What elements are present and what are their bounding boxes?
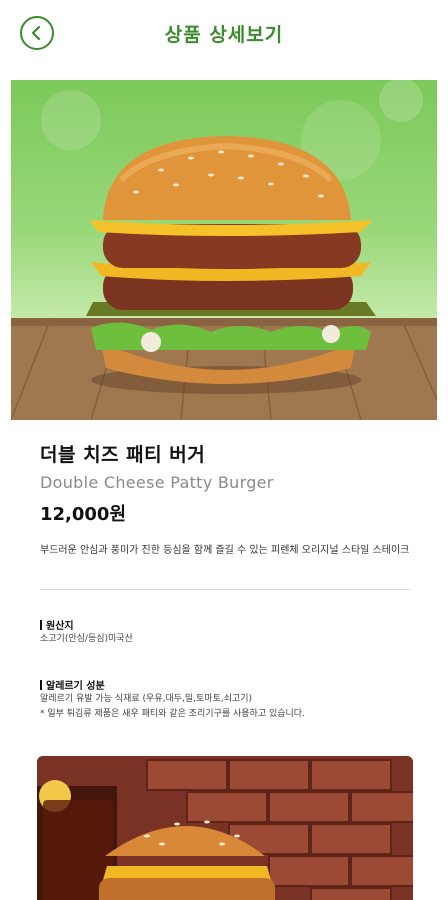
product-description: 부드러운 안심과 풍미가 진한 등심을 함께 즐길 수 있는 피렌체 오리지널 … [40,545,410,556]
allergy-text-2: * 일부 튀김류 제품은 새우 패티와 같은 조리기구를 사용하고 있습니다. [40,709,305,719]
product-name-ko: 더블 치즈 패티 버거 [40,444,206,466]
origin-title: 원산지 [40,617,74,632]
allergy-text-1: 알레르기 유발 가능 식재료 (우유,대두,밀,토마토,쇠고기) [40,694,253,704]
page-title: 상품 상세보기 [164,24,284,46]
origin-text: 소고기(안심/등심)미국산 [40,634,133,644]
product-name-en: Double Cheese Patty Burger [40,473,274,492]
app-header: 상품 상세보기 [0,0,448,64]
allergy-title: 알레르기 성분 [40,677,105,692]
divider [40,589,410,590]
product-info: 더블 치즈 패티 버거 Double Cheese Patty Burger 1… [40,440,410,526]
product-image [11,80,437,420]
promo-image[interactable] [37,756,413,900]
product-price: 12,000원 [40,504,127,525]
